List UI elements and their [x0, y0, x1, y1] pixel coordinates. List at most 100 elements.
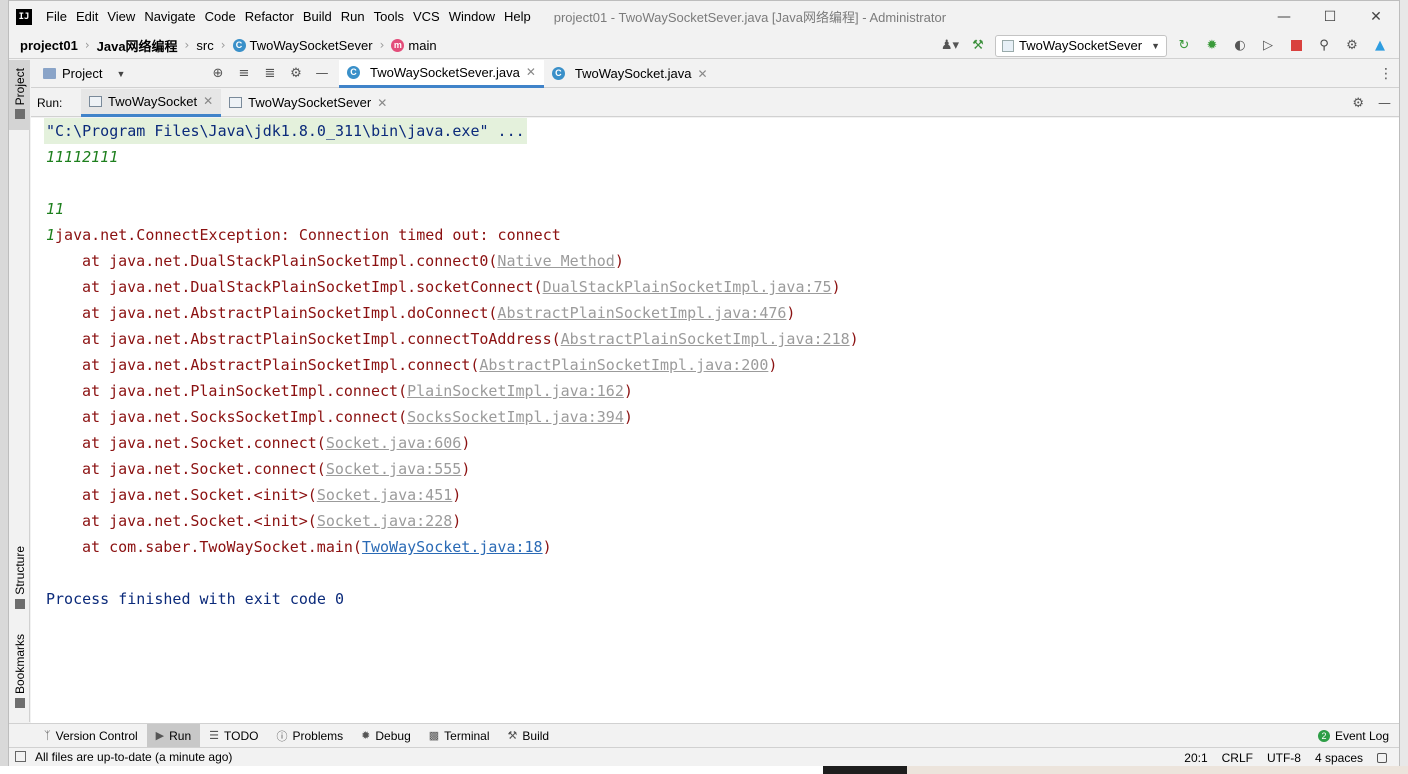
hammer-icon[interactable]: ⚒ — [967, 35, 989, 57]
tool-tab-terminal[interactable]: ▩ Terminal — [420, 724, 499, 748]
chevron-right-icon: › — [184, 38, 190, 52]
menu-vcs[interactable]: VCS — [409, 9, 444, 24]
stack-frame: at java.net.DualStackPlainSocketImpl.con… — [82, 248, 624, 274]
breadcrumb-module[interactable]: Java网络编程 — [97, 36, 178, 55]
search-icon[interactable]: ⚲ — [1313, 35, 1335, 57]
stack-frame-method: at java.net.SocksSocketImpl.connect( — [82, 408, 408, 426]
stack-frame: at java.net.AbstractPlainSocketImpl.doCo… — [82, 300, 795, 326]
project-tool-tab[interactable]: Project — [9, 60, 30, 130]
tool-tab-label: Build — [522, 728, 550, 743]
editor-tab-label: TwoWaySocketSever.java — [370, 64, 520, 80]
stack-frame-link[interactable]: DualStackPlainSocketImpl.java:75 — [543, 278, 832, 296]
close-icon[interactable]: ✕ — [526, 65, 536, 79]
run-tab-twowaysocket[interactable]: TwoWaySocket ✕ — [81, 88, 222, 117]
user-icon[interactable]: ♟▾ — [939, 35, 961, 57]
stack-frame-link[interactable]: AbstractPlainSocketImpl.java:476 — [497, 304, 786, 322]
menu-edit[interactable]: Edit — [72, 9, 102, 24]
close-icon[interactable]: ✕ — [203, 94, 213, 108]
tool-tab-problems[interactable]: ⓘ Problems — [267, 724, 352, 748]
stack-frame-method: at com.saber.TwoWaySocket.main( — [82, 538, 362, 556]
stack-frame-link[interactable]: Socket.java:555 — [326, 460, 461, 478]
minimize-icon[interactable]: — — [1261, 1, 1307, 32]
tool-tab-build[interactable]: ⚒ Build — [499, 724, 559, 748]
rerun-icon[interactable]: ↻ — [1173, 35, 1195, 57]
caret-position[interactable]: 20:1 — [1184, 751, 1207, 765]
close-icon[interactable]: ✕ — [697, 67, 707, 81]
event-log-button[interactable]: 2 Event Log — [1317, 724, 1389, 748]
menu-run[interactable]: Run — [337, 9, 369, 24]
breadcrumb-project[interactable]: project01 — [20, 38, 78, 53]
stack-frame-link[interactable]: AbstractPlainSocketImpl.java:218 — [561, 330, 850, 348]
breadcrumb-folder[interactable]: src — [196, 38, 213, 53]
hammer-icon: ⚒ — [507, 730, 518, 742]
menu-help[interactable]: Help — [500, 9, 535, 24]
profile-icon[interactable]: ▷ — [1257, 35, 1279, 57]
line-separator[interactable]: CRLF — [1222, 751, 1253, 765]
tool-windows-toggle-icon[interactable] — [15, 751, 26, 762]
menu-view[interactable]: View — [103, 9, 139, 24]
intellij-logo-icon[interactable]: IJ — [16, 8, 32, 25]
stack-frame-method: at java.net.AbstractPlainSocketImpl.doCo… — [82, 304, 498, 322]
menu-refactor[interactable]: Refactor — [241, 9, 298, 24]
stack-frame-link[interactable]: SocksSocketImpl.java:394 — [407, 408, 624, 426]
close-icon[interactable]: ✕ — [377, 96, 387, 110]
stack-frame-link[interactable]: Native Method — [497, 252, 614, 270]
project-view-selector[interactable]: Project ▼ — [31, 66, 209, 81]
collapse-all-icon[interactable]: ≣ — [261, 66, 279, 81]
menu-build[interactable]: Build — [299, 9, 336, 24]
run-tool-header: Run: TwoWaySocket ✕ TwoWaySocketSever ✕ … — [31, 88, 1399, 117]
run-configuration-select[interactable]: TwoWaySocketSever ▼ — [995, 34, 1167, 57]
breadcrumb-method[interactable]: m main — [391, 38, 437, 53]
tool-tab-version-control[interactable]: ᛉ Version Control — [35, 724, 147, 748]
left-tool-stripe: Project Structure Bookmarks — [9, 60, 30, 722]
list-icon: ☰ — [209, 730, 220, 742]
menu-window[interactable]: Window — [445, 9, 499, 24]
stack-frame-link[interactable]: AbstractPlainSocketImpl.java:200 — [479, 356, 768, 374]
stack-frame-link[interactable]: Socket.java:451 — [317, 486, 452, 504]
code-with-me-icon[interactable]: ▲ — [1369, 35, 1391, 57]
tool-tab-label: TODO — [224, 728, 259, 743]
menu-navigate[interactable]: Navigate — [140, 9, 199, 24]
stack-frame-suffix: ) — [461, 434, 471, 452]
menu-tools[interactable]: Tools — [370, 9, 408, 24]
coverage-icon[interactable]: ◐ — [1229, 35, 1251, 57]
more-vertical-icon[interactable]: ⋮ — [1379, 66, 1393, 82]
editor-tab-twowaysocketsever[interactable]: C TwoWaySocketSever.java ✕ — [339, 59, 544, 88]
tool-tab-debug[interactable]: ✹ Debug — [352, 724, 420, 748]
stack-frame-suffix: ) — [452, 512, 462, 530]
menu-file[interactable]: File — [42, 9, 71, 24]
gear-icon[interactable]: ⚙ — [1352, 96, 1364, 111]
lock-icon[interactable] — [1377, 752, 1387, 763]
hide-icon[interactable]: — — [1378, 96, 1391, 111]
hide-icon[interactable]: — — [313, 66, 331, 81]
stack-frame-link[interactable]: Socket.java:228 — [317, 512, 452, 530]
run-tab-twowaysocketsever[interactable]: TwoWaySocketSever ✕ — [221, 89, 395, 117]
stack-frame-suffix: ) — [786, 304, 796, 322]
structure-tool-tab[interactable]: Structure — [9, 546, 30, 616]
gear-icon[interactable]: ⚙ — [287, 66, 305, 81]
file-encoding[interactable]: UTF-8 — [1267, 751, 1301, 765]
stack-frame-method: at java.net.Socket.<init>( — [82, 512, 317, 530]
breadcrumb-class[interactable]: C TwoWaySocketSever — [232, 38, 373, 53]
bookmarks-tool-tab[interactable]: Bookmarks — [9, 634, 30, 714]
menu-code[interactable]: Code — [201, 9, 240, 24]
stack-frame-link[interactable]: PlainSocketImpl.java:162 — [407, 382, 624, 400]
tool-tab-label: Run — [169, 728, 192, 743]
stop-icon[interactable] — [1285, 35, 1307, 57]
stack-frame-link[interactable]: Socket.java:606 — [326, 434, 461, 452]
class-icon: C — [232, 38, 246, 52]
locate-icon[interactable]: ⊕ — [209, 66, 227, 81]
stack-frame-link[interactable]: TwoWaySocket.java:18 — [362, 538, 543, 556]
tool-tab-run[interactable]: ▶ Run — [146, 723, 201, 748]
expand-all-icon[interactable]: ≡ — [235, 66, 253, 81]
gear-icon[interactable]: ⚙ — [1341, 35, 1363, 57]
indent-setting[interactable]: 4 spaces — [1315, 751, 1363, 765]
maximize-icon[interactable]: ☐ — [1307, 1, 1353, 32]
close-icon[interactable]: ✕ — [1353, 1, 1399, 32]
tool-tab-todo[interactable]: ☰ TODO — [200, 724, 267, 748]
editor-tab-twowaysocket[interactable]: C TwoWaySocket.java ✕ — [544, 60, 716, 88]
debug-icon[interactable]: ✹ — [1201, 35, 1223, 57]
console-output[interactable]: "C:\Program Files\Java\jdk1.8.0_311\bin\… — [31, 118, 1399, 723]
status-message: All files are up-to-date (a minute ago) — [35, 750, 233, 764]
console-output-line: 11 — [46, 200, 65, 218]
